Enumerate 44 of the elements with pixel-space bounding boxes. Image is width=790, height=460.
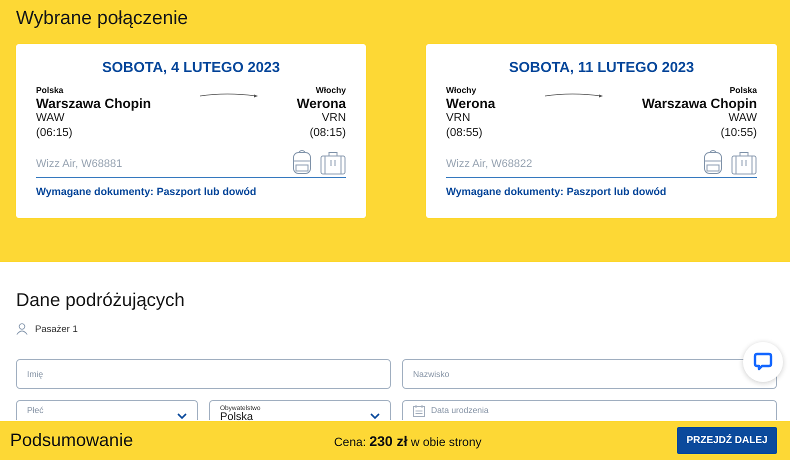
arrow-icon (198, 91, 259, 99)
arrow-icon (544, 91, 604, 99)
backpack-icon (292, 149, 312, 175)
chat-button[interactable] (743, 342, 783, 382)
departure-time: (08:55) (446, 126, 484, 141)
country-label: Włochy (446, 85, 478, 95)
summary-title: Podsumowanie (10, 430, 134, 451)
backpack-icon (703, 149, 723, 175)
airport-code: VRN (322, 111, 346, 126)
chevron-down-icon (177, 413, 187, 419)
section-title: Wybrane połączenie (16, 8, 189, 30)
arrival-time: (10:55) (720, 126, 757, 141)
country-label: Włochy (316, 85, 346, 95)
airport-code: WAW (728, 111, 757, 126)
airport-code: VRN (446, 111, 472, 126)
airport-name: Werona (296, 96, 346, 111)
section-title: Dane podróżujących (16, 289, 186, 311)
chat-icon (753, 352, 773, 372)
suitcase-icon (731, 151, 757, 175)
country-label: Polska (36, 85, 64, 95)
airport-name: Werona (446, 96, 496, 111)
person-icon (16, 323, 28, 335)
departure-time: (06:15) (36, 126, 74, 141)
required-documents: Wymagane dokumenty: Paszport lub dowód (446, 186, 668, 198)
next-button[interactable]: PRZEJDŹ DALEJ (677, 427, 777, 454)
dropdown-field[interactable]: Płeć (16, 400, 198, 420)
airport-name: Warszawa Chopin (36, 96, 152, 111)
input-field[interactable]: Imię (16, 359, 391, 389)
input-field[interactable]: Nazwisko (402, 359, 777, 389)
flight-number: Wizz Air, W68822 (446, 158, 534, 170)
flight-number: Wizz Air, W68881 (36, 158, 124, 170)
calendar-icon (413, 405, 425, 417)
flight-date: SOBOTA, 4 LUTEGO 2023 (101, 60, 281, 76)
price-text: Cena: 230 zł w obie strony (334, 432, 483, 448)
passenger-label: Pasażer 1 (35, 324, 78, 334)
flight-date: SOBOTA, 11 LUTEGO 2023 (508, 60, 696, 76)
required-documents: Wymagane dokumenty: Paszport lub dowód (36, 186, 258, 198)
date-field[interactable]: Data urodzenia (402, 400, 777, 420)
suitcase-icon (320, 151, 346, 175)
chevron-down-icon (370, 413, 380, 419)
airport-name: Warszawa Chopin (642, 96, 757, 111)
arrival-time: (08:15) (310, 126, 346, 141)
airport-code: WAW (36, 111, 66, 126)
country-label: Polska (730, 85, 757, 95)
